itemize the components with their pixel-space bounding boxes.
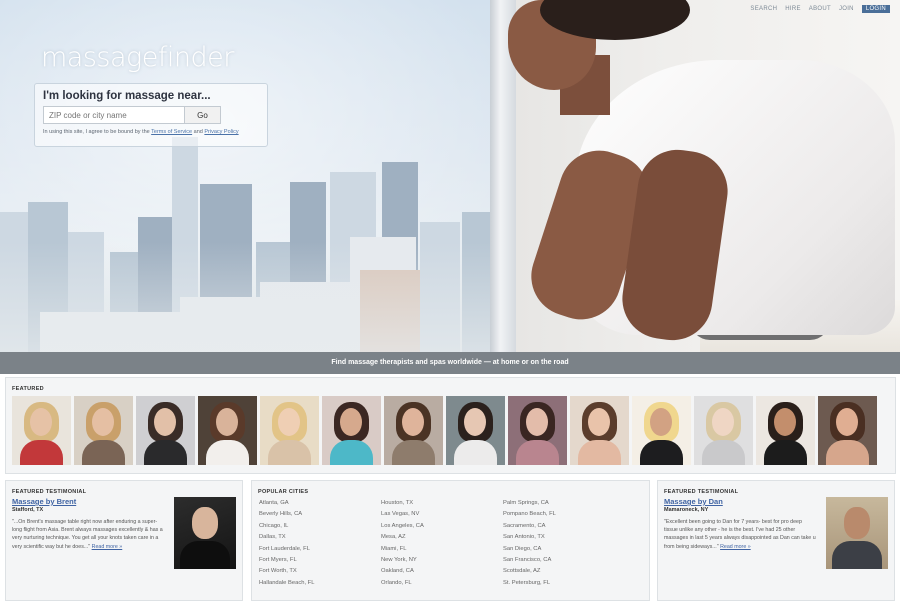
featured-thumbnails xyxy=(12,396,877,465)
city-column: Houston, TX Las Vegas, NV Los Angeles, C… xyxy=(381,498,503,589)
therapist-photo[interactable] xyxy=(826,497,888,569)
city-link[interactable]: Fort Myers, FL xyxy=(259,555,381,566)
city-link[interactable]: Pompano Beach, FL xyxy=(503,509,625,520)
popular-cities-section: POPULAR CITIES Atlanta, GA Beverly Hills… xyxy=(251,480,650,601)
tagline-banner: Find massage therapists and spas worldwi… xyxy=(0,352,900,374)
city-column: Atlanta, GA Beverly Hills, CA Chicago, I… xyxy=(259,498,381,589)
testimonial-text: "...On Brent's massage table right now a… xyxy=(12,518,164,551)
nav-join-link[interactable]: JOIN xyxy=(839,6,854,12)
site-logo[interactable]: massagefinder xyxy=(41,42,234,73)
featured-therapist-thumbnail[interactable] xyxy=(198,396,257,465)
search-row: Go xyxy=(43,106,259,124)
city-link[interactable]: Atlanta, GA xyxy=(259,498,381,509)
city-link[interactable]: New York, NY xyxy=(381,555,503,566)
city-link[interactable]: San Francisco, CA xyxy=(503,555,625,566)
therapist-photo[interactable] xyxy=(174,497,236,569)
popular-cities-label: POPULAR CITIES xyxy=(258,489,309,495)
featured-therapist-thumbnail[interactable] xyxy=(756,396,815,465)
featured-therapist-thumbnail[interactable] xyxy=(136,396,195,465)
testimonial-text: "Excellent been going to Dan for 7 years… xyxy=(664,518,816,551)
city-link[interactable]: Fort Worth, TX xyxy=(259,566,381,577)
terms-notice: In using this site, I agree to be bound … xyxy=(43,129,259,135)
featured-therapist-thumbnail[interactable] xyxy=(694,396,753,465)
featured-therapist-thumbnail[interactable] xyxy=(446,396,505,465)
featured-therapist-thumbnail[interactable] xyxy=(384,396,443,465)
go-button[interactable]: Go xyxy=(185,106,221,124)
featured-testimonial-left: FEATURED TESTIMONIAL Massage by Brent St… xyxy=(5,480,243,601)
location-search-input[interactable] xyxy=(43,106,185,124)
terms-of-service-link[interactable]: Terms of Service xyxy=(151,129,192,135)
city-link[interactable]: Mesa, AZ xyxy=(381,532,503,543)
privacy-policy-link[interactable]: Privacy Policy xyxy=(204,129,238,135)
hero-section: SEARCH HIRE ABOUT JOIN LOGIN massagefind… xyxy=(0,0,900,352)
testimonial-therapist-name[interactable]: Massage by Dan xyxy=(664,497,723,506)
city-link[interactable]: Las Vegas, NV xyxy=(381,509,503,520)
featured-label: FEATURED xyxy=(12,386,44,392)
city-link[interactable]: San Diego, CA xyxy=(503,544,625,555)
terms-prefix: In using this site, I agree to be bound … xyxy=(43,129,150,135)
city-link[interactable]: Scottsdale, AZ xyxy=(503,566,625,577)
nav-search-link[interactable]: SEARCH xyxy=(750,6,777,12)
featured-therapist-thumbnail[interactable] xyxy=(260,396,319,465)
city-link[interactable]: Hallandale Beach, FL xyxy=(259,578,381,589)
city-link[interactable]: Chicago, IL xyxy=(259,521,381,532)
city-link[interactable]: Palm Springs, CA xyxy=(503,498,625,509)
login-button[interactable]: LOGIN xyxy=(861,5,890,13)
featured-therapist-thumbnail[interactable] xyxy=(818,396,877,465)
featured-therapist-thumbnail[interactable] xyxy=(508,396,567,465)
search-panel: I'm looking for massage near... Go In us… xyxy=(34,83,268,147)
featured-therapist-thumbnail[interactable] xyxy=(322,396,381,465)
city-link[interactable]: Oakland, CA xyxy=(381,566,503,577)
city-haze xyxy=(0,242,520,352)
testimonial-location: Mamaroneck, NY xyxy=(664,507,709,513)
terms-and: and xyxy=(193,129,203,135)
city-link[interactable]: Dallas, TX xyxy=(259,532,381,543)
city-list: Atlanta, GA Beverly Hills, CA Chicago, I… xyxy=(259,498,625,589)
city-link[interactable]: Los Angeles, CA xyxy=(381,521,503,532)
city-link[interactable]: Orlando, FL xyxy=(381,578,503,589)
top-nav: SEARCH HIRE ABOUT JOIN LOGIN xyxy=(750,5,890,13)
testimonial-quote: "...On Brent's massage table right now a… xyxy=(12,519,163,550)
testimonial-location: Stafford, TX xyxy=(12,507,44,513)
testimonial-label: FEATURED TESTIMONIAL xyxy=(12,489,87,495)
city-link[interactable]: St. Petersburg, FL xyxy=(503,578,625,589)
read-more-link[interactable]: Read more » xyxy=(92,544,123,550)
featured-therapist-thumbnail[interactable] xyxy=(632,396,691,465)
read-more-link[interactable]: Read more » xyxy=(720,544,751,550)
city-link[interactable]: Sacramento, CA xyxy=(503,521,625,532)
testimonial-therapist-name[interactable]: Massage by Brent xyxy=(12,497,76,506)
city-link[interactable]: Beverly Hills, CA xyxy=(259,509,381,520)
featured-therapist-thumbnail[interactable] xyxy=(74,396,133,465)
city-link[interactable]: San Antonio, TX xyxy=(503,532,625,543)
nav-about-link[interactable]: ABOUT xyxy=(809,6,831,12)
city-link[interactable]: Fort Lauderdale, FL xyxy=(259,544,381,555)
nav-hire-link[interactable]: HIRE xyxy=(785,6,801,12)
city-link[interactable]: Miami, FL xyxy=(381,544,503,555)
featured-therapist-thumbnail[interactable] xyxy=(12,396,71,465)
featured-therapist-thumbnail[interactable] xyxy=(570,396,629,465)
featured-testimonial-right: FEATURED TESTIMONIAL Massage by Dan Mama… xyxy=(657,480,895,601)
city-link[interactable]: Houston, TX xyxy=(381,498,503,509)
city-column: Palm Springs, CA Pompano Beach, FL Sacra… xyxy=(503,498,625,589)
search-title: I'm looking for massage near... xyxy=(43,90,211,102)
testimonial-label: FEATURED TESTIMONIAL xyxy=(664,489,739,495)
featured-section: FEATURED xyxy=(5,377,896,474)
